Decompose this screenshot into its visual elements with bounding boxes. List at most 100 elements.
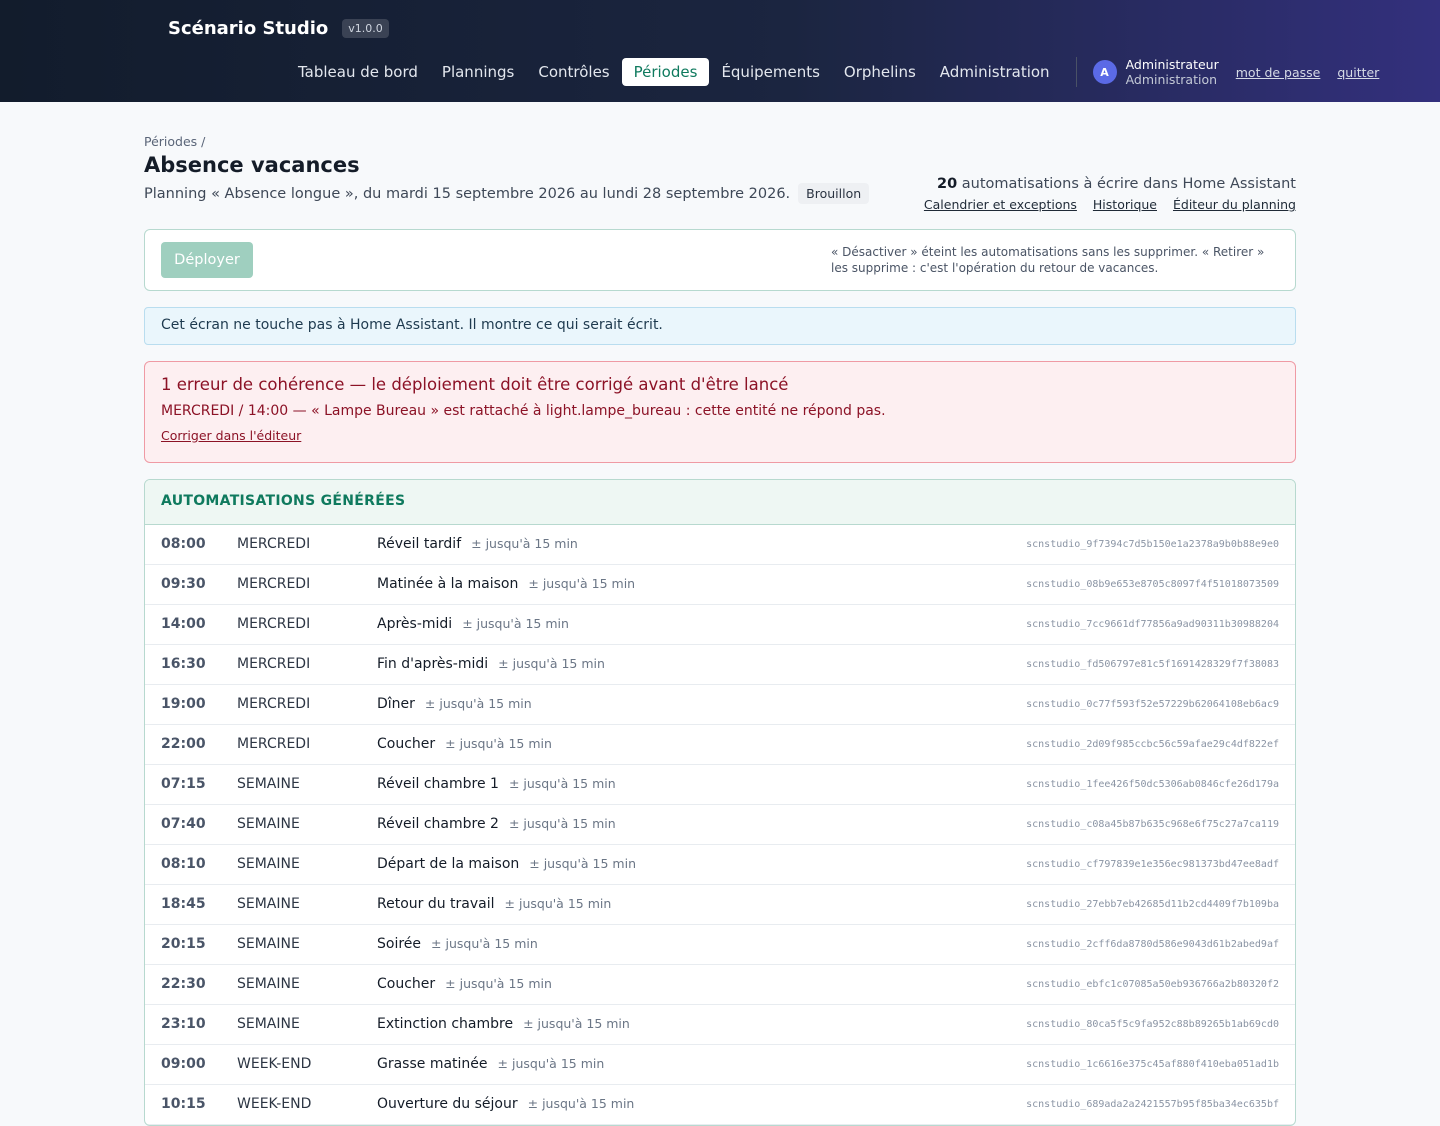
row-name-cell: Extinction chambre ± jusqu'à 15 min (377, 1016, 630, 1032)
row-jitter: ± jusqu'à 15 min (471, 536, 578, 551)
row-name: Réveil chambre 1 (377, 776, 499, 792)
automation-count: 20 automatisations à écrire dans Home As… (912, 176, 1296, 192)
nav-divider (1075, 57, 1077, 87)
row-day: SEMAINE (237, 856, 300, 872)
row-name-cell: Coucher ± jusqu'à 15 min (377, 976, 552, 992)
automations-table: AUTOMATISATIONS GÉNÉRÉES 08:00 MERCREDI Ré… (144, 479, 1296, 1126)
editor-link[interactable]: Éditeur du planning (1173, 197, 1296, 212)
row-automation-id: scnstudio_80ca5f5c9fa952c88b89265b1ab69c… (1026, 1019, 1279, 1030)
row-automation-id: scnstudio_7cc9661df77856a9ad90311b309882… (1026, 619, 1279, 630)
nav-item-controles[interactable]: Contrôles (526, 58, 621, 86)
row-time: 08:10 (161, 856, 206, 872)
nav-item-orphelins[interactable]: Orphelins (832, 58, 928, 86)
info-banner: Cet écran ne touche pas à Home Assistant… (144, 307, 1296, 345)
table-row: 20:15 SEMAINE Soirée ± jusqu'à 15 min scnstu… (145, 925, 1295, 965)
row-automation-id: scnstudio_2d09f985ccbc56c59afae29c4df822… (1026, 739, 1279, 750)
row-time: 23:10 (161, 1016, 206, 1032)
avatar: A (1092, 60, 1117, 84)
row-name: Extinction chambre (377, 1016, 514, 1032)
password-link[interactable]: mot de passe (1236, 65, 1321, 80)
row-name: Après-midi (377, 616, 453, 632)
breadcrumb[interactable]: Périodes / (144, 134, 1296, 149)
table-row: 16:30 MERCREDI Fin d'après-midi ± jusqu'à 1… (145, 645, 1295, 685)
row-jitter: ± jusqu'à 15 min (497, 1056, 605, 1071)
row-name-cell: Départ de la maison ± jusqu'à 15 min (377, 856, 636, 872)
row-day: SEMAINE (237, 936, 300, 952)
table-row: 08:00 MERCREDI Réveil tardif ± jusqu'à 15 m… (145, 525, 1295, 565)
row-jitter: ± jusqu'à 15 min (424, 696, 532, 711)
row-time: 09:30 (161, 576, 206, 592)
table-row: 08:10 SEMAINE Départ de la maison ± jusqu'à… (145, 845, 1295, 885)
table-row: 23:10 SEMAINE Extinction chambre ± jusqu'à … (145, 1005, 1295, 1045)
main-content: Périodes / Absence vacances Planning « A… (144, 134, 1296, 1126)
table-row: 10:15 WEEK-END Ouverture du séjour ± jusqu'… (145, 1085, 1295, 1125)
row-automation-id: scnstudio_cf797839e1e356ec981373bd47ee8a… (1026, 859, 1279, 870)
app-name[interactable]: Scénario Studio (168, 18, 328, 39)
period-description: Planning « Absence longue », du mardi 15… (144, 185, 791, 202)
row-jitter: ± jusqu'à 15 min (462, 616, 569, 631)
row-name: Grasse matinée (377, 1056, 488, 1072)
automation-count-label: automatisations à écrire dans Home Assis… (961, 176, 1296, 192)
row-name: Ouverture du séjour (377, 1096, 518, 1112)
page-title: Absence vacances (144, 153, 360, 177)
nav-item-periodes[interactable]: Périodes (621, 58, 710, 86)
row-jitter: ± jusqu'à 15 min (523, 1016, 630, 1031)
row-jitter: ± jusqu'à 15 min (508, 816, 616, 831)
row-jitter: ± jusqu'à 15 min (528, 576, 636, 591)
nav-item-equipements[interactable]: Équipements (709, 58, 831, 86)
error-detail: MERCREDI / 14:00 — « Lampe Bureau » est … (161, 403, 886, 419)
row-time: 10:15 (161, 1096, 206, 1112)
page-subtitle: Planning « Absence longue », du mardi 15… (144, 183, 870, 204)
brand: Scénario Studio v1.0.0 (168, 18, 389, 39)
table-row: 14:00 MERCREDI Après-midi ± jusqu'à 15 min s… (145, 605, 1295, 645)
row-name-cell: Coucher ± jusqu'à 15 min (377, 736, 552, 752)
row-jitter: ± jusqu'à 15 min (445, 736, 552, 751)
table-row: 18:45 SEMAINE Retour du travail ± jusqu'à 1… (145, 885, 1295, 925)
row-automation-id: scnstudio_27ebb7eb42685d11b2cd4409f7b109… (1026, 899, 1279, 910)
row-name-cell: Matinée à la maison ± jusqu'à 15 min (377, 576, 635, 592)
row-name: Matinée à la maison (377, 576, 519, 592)
row-day: SEMAINE (237, 1016, 300, 1032)
row-day: WEEK-END (237, 1096, 312, 1112)
nav-item-plannings[interactable]: Plannings (430, 58, 526, 86)
user-info: Administrateur Administration (1126, 57, 1219, 87)
row-automation-id: scnstudio_2cff6da8780d586e9043d61b2abed9… (1026, 939, 1279, 950)
row-jitter: ± jusqu'à 15 min (529, 856, 636, 871)
row-time: 16:30 (161, 656, 206, 672)
row-day: WEEK-END (237, 1056, 312, 1072)
row-time: 07:15 (161, 776, 206, 792)
row-time: 14:00 (161, 616, 206, 632)
nav-item-administration[interactable]: Administration (928, 58, 1062, 86)
table-row: 19:00 MERCREDI Dîner ± jusqu'à 15 min scnstu… (145, 685, 1295, 725)
row-jitter: ± jusqu'à 15 min (508, 776, 616, 791)
calendar-link[interactable]: Calendrier et exceptions (924, 197, 1077, 212)
automation-count-value: 20 (936, 176, 958, 192)
deploy-button[interactable]: Déployer (161, 242, 253, 278)
page-links: Calendrier et exceptions Historique Édit… (912, 197, 1296, 212)
row-jitter: ± jusqu'à 15 min (504, 896, 612, 911)
top-bar: Scénario Studio v1.0.0 Tableau de bord P… (0, 0, 1440, 102)
row-name: Fin d'après-midi (377, 656, 489, 672)
fix-in-editor-link[interactable]: Corriger dans l'éditeur (161, 428, 301, 443)
row-name: Dîner (377, 696, 415, 712)
row-name: Soirée (377, 936, 422, 952)
row-day: MERCREDI (237, 656, 311, 672)
row-automation-id: scnstudio_08b9e653e8705c8097f4f510180735… (1026, 579, 1279, 590)
deploy-note: « Désactiver » éteint les automatisation… (831, 245, 1265, 275)
row-day: SEMAINE (237, 776, 300, 792)
user-menu: A Administrateur Administration mot de p… (1092, 57, 1379, 87)
row-name: Coucher (377, 736, 436, 752)
logout-link[interactable]: quitter (1337, 65, 1379, 80)
row-time: 09:00 (161, 1056, 206, 1072)
row-name: Coucher (377, 976, 436, 992)
nav-item-tableau-de-bord[interactable]: Tableau de bord (286, 58, 430, 86)
row-day: MERCREDI (237, 696, 311, 712)
row-time: 07:40 (161, 816, 206, 832)
row-automation-id: scnstudio_9f7394c7d5b150e1a2378a9b0b88e9… (1026, 539, 1279, 550)
history-link[interactable]: Historique (1093, 197, 1157, 212)
row-automation-id: scnstudio_0c77f593f52e57229b62064108eb6a… (1026, 699, 1279, 710)
status-badge: Brouillon (798, 183, 870, 204)
table-heading: AUTOMATISATIONS GÉNÉRÉES (145, 480, 1295, 525)
row-day: MERCREDI (237, 616, 311, 632)
row-name: Réveil chambre 2 (377, 816, 499, 832)
